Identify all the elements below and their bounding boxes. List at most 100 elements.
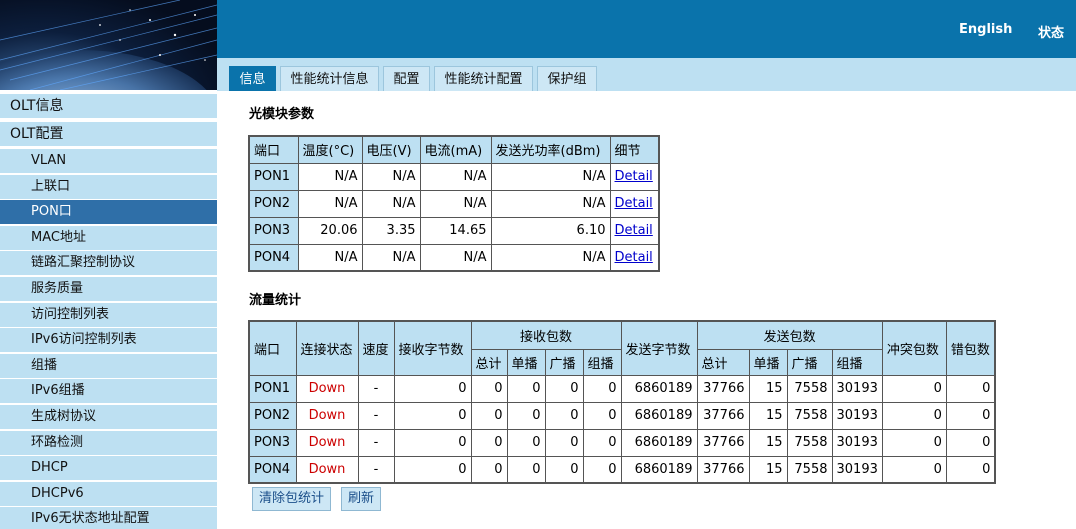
table-cell: PON1 — [248, 162, 299, 191]
col-port: 端口 — [248, 135, 299, 164]
sidebar-item[interactable]: 链路汇聚控制协议 — [0, 251, 217, 276]
table-cell: 6860189 — [620, 401, 698, 430]
table-cell: 6860189 — [620, 374, 698, 403]
table-cell: N/A — [297, 162, 363, 191]
sidebar-item[interactable]: VLAN — [0, 149, 217, 173]
sidebar-item[interactable]: OLT信息 — [0, 94, 217, 118]
sidebar-item[interactable]: OLT配置 — [0, 122, 217, 146]
col-voltage: 电压(V) — [361, 135, 421, 164]
sidebar-item[interactable]: 服务质量 — [0, 277, 217, 301]
col-rx-broadcast: 广播 — [544, 348, 584, 376]
main-content: 光模块参数 端口 温度(°C) 电压(V) 电流(mA) 发送光功率(dBm) … — [217, 91, 1076, 529]
table-cell: PON2 — [248, 401, 297, 430]
table-cell: 0 — [393, 455, 472, 484]
optical-module-title: 光模块参数 — [249, 107, 315, 122]
link-status-cell: Down — [295, 374, 359, 403]
table-cell: 30193 — [831, 428, 883, 457]
table-row: PON4 Down -0 0 0 0 0 6860189 37766 15 7558 30193 0 0 — [248, 455, 996, 484]
detail-link[interactable]: Detail — [615, 223, 653, 238]
table-cell: PON1 — [248, 374, 297, 403]
col-link-status: 连接状态 — [295, 320, 359, 376]
table-cell: 6860189 — [620, 428, 698, 457]
table-cell: 6.10 — [490, 216, 611, 245]
table-cell: 15 — [748, 401, 788, 430]
table-cell: 0 — [393, 428, 472, 457]
tab-config[interactable]: 配置 — [383, 66, 430, 91]
table-cell: 37766 — [696, 428, 750, 457]
table-cell: Detail — [609, 243, 660, 272]
sidebar-item[interactable]: DHCP — [0, 456, 217, 481]
table-cell: N/A — [419, 162, 492, 191]
sidebar-item[interactable]: 访问控制列表 — [0, 302, 217, 327]
table-cell: PON4 — [248, 455, 297, 484]
clear-stats-button[interactable]: 清除包统计 — [252, 487, 332, 511]
detail-link[interactable]: Detail — [615, 250, 653, 265]
table-cell: N/A — [361, 189, 421, 218]
table-cell: 0 — [506, 374, 546, 403]
table-cell: 37766 — [696, 401, 750, 430]
table-cell: - — [357, 455, 395, 484]
table-cell: - — [357, 428, 395, 457]
table-cell: 0 — [582, 428, 622, 457]
table-cell: 0 — [393, 374, 472, 403]
tab-perf-stats-info[interactable]: 性能统计信息 — [280, 66, 379, 91]
tab-info[interactable]: 信息 — [229, 66, 276, 91]
link-status-cell: Down — [295, 428, 359, 457]
sidebar-item[interactable]: PON口 — [0, 200, 217, 225]
col-tx-total: 总计 — [696, 348, 750, 376]
col-tx-unicast: 单播 — [748, 348, 788, 376]
table-cell: 0 — [881, 374, 947, 403]
col-rx-multicast: 组播 — [582, 348, 622, 376]
top-header: English 状态 — [217, 0, 1076, 58]
table-cell: N/A — [490, 162, 611, 191]
table-cell: PON3 — [248, 216, 299, 245]
table-cell: 0 — [544, 455, 584, 484]
col-tx-bytes: 发送字节数 — [620, 320, 698, 376]
detail-link[interactable]: Detail — [615, 169, 653, 184]
sidebar-item[interactable]: 上联口 — [0, 174, 217, 199]
refresh-button[interactable]: 刷新 — [341, 487, 382, 511]
table-row: PON1 N/A N/A N/A N/A Detail — [248, 162, 660, 191]
col-detail: 细节 — [609, 135, 660, 164]
table-cell: 0 — [945, 401, 996, 430]
link-status-cell: Down — [295, 455, 359, 484]
table-cell: Detail — [609, 189, 660, 218]
status-link[interactable]: 状态 — [1038, 22, 1064, 41]
sidebar-item[interactable]: 组播 — [0, 353, 217, 378]
col-speed: 速度 — [357, 320, 395, 376]
table-cell: 37766 — [696, 374, 750, 403]
table-cell: 0 — [393, 401, 472, 430]
detail-link[interactable]: Detail — [615, 196, 653, 211]
table-cell: N/A — [361, 243, 421, 272]
table-cell: 0 — [544, 401, 584, 430]
link-status-cell: Down — [295, 401, 359, 430]
table-cell: 7558 — [786, 401, 833, 430]
sidebar-item[interactable]: MAC地址 — [0, 225, 217, 250]
sidebar-item[interactable]: 生成树协议 — [0, 405, 217, 429]
table-cell: - — [357, 401, 395, 430]
table-cell: 14.65 — [419, 216, 492, 245]
sidebar: OLT信息 OLT配置 VLAN 上联口 PON口 MAC地址 链路汇聚控制协议 服务质量 访问… — [0, 90, 217, 529]
sidebar-item[interactable]: IPv6访问控制列表 — [0, 328, 217, 353]
sidebar-item[interactable]: 环路检测 — [0, 430, 217, 455]
sidebar-item[interactable]: DHCPv6 — [0, 481, 217, 506]
sidebar-item[interactable]: IPv6无状态地址配置 — [0, 507, 217, 529]
tab-protection-group[interactable]: 保护组 — [537, 66, 597, 91]
table-cell: 7558 — [786, 428, 833, 457]
col-errors: 错包数 — [945, 320, 996, 376]
table-cell: 30193 — [831, 374, 883, 403]
table-cell: 15 — [748, 455, 788, 484]
col-tx-packets: 发送包数 — [696, 320, 883, 350]
sidebar-item[interactable]: IPv6组播 — [0, 379, 217, 404]
col-collisions: 冲突包数 — [881, 320, 947, 376]
table-cell: 0 — [544, 428, 584, 457]
table-cell: - — [357, 374, 395, 403]
table-cell: 0 — [506, 428, 546, 457]
table-cell: 0 — [945, 428, 996, 457]
tab-perf-stats-config[interactable]: 性能统计配置 — [434, 66, 533, 91]
table-row: PON2 N/A N/A N/A N/A Detail — [248, 189, 660, 218]
table-cell: 0 — [582, 401, 622, 430]
table-cell: N/A — [419, 243, 492, 272]
language-link[interactable]: English — [959, 22, 1012, 37]
table-cell: 6860189 — [620, 455, 698, 484]
